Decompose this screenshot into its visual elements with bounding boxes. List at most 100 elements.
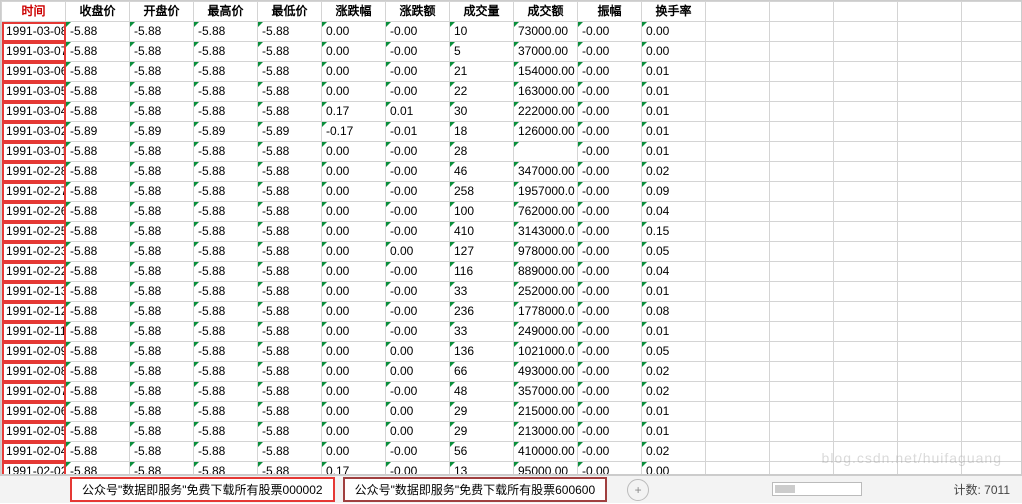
data-cell[interactable]: -0.00: [578, 102, 642, 122]
data-cell[interactable]: 258: [450, 182, 514, 202]
table-row[interactable]: 1991-02-04-5.88-5.88-5.88-5.880.00-0.005…: [2, 442, 1022, 462]
data-cell[interactable]: [706, 62, 770, 82]
data-cell[interactable]: 0.00: [642, 22, 706, 42]
data-cell[interactable]: -5.88: [194, 422, 258, 442]
data-cell[interactable]: -0.01: [386, 122, 450, 142]
data-cell[interactable]: -0.00: [578, 442, 642, 462]
data-cell[interactable]: 0.00: [322, 42, 386, 62]
data-cell[interactable]: 56: [450, 442, 514, 462]
data-cell[interactable]: [770, 22, 834, 42]
data-cell[interactable]: -0.00: [386, 162, 450, 182]
data-cell[interactable]: 0.00: [322, 322, 386, 342]
data-cell[interactable]: 0.00: [322, 82, 386, 102]
data-cell[interactable]: -5.88: [130, 302, 194, 322]
data-cell[interactable]: [898, 42, 962, 62]
data-cell[interactable]: 126000.00: [514, 122, 578, 142]
date-cell[interactable]: 1991-02-02: [2, 462, 66, 476]
data-cell[interactable]: 0.08: [642, 302, 706, 322]
data-cell[interactable]: -5.88: [194, 222, 258, 242]
data-cell[interactable]: [706, 182, 770, 202]
table-row[interactable]: 1991-02-26-5.88-5.88-5.88-5.880.00-0.001…: [2, 202, 1022, 222]
data-cell[interactable]: [770, 362, 834, 382]
data-cell[interactable]: [706, 202, 770, 222]
data-cell[interactable]: 0.01: [642, 282, 706, 302]
date-cell[interactable]: 1991-02-28: [2, 162, 66, 182]
data-cell[interactable]: [770, 82, 834, 102]
table-row[interactable]: 1991-03-01-5.88-5.88-5.88-5.880.00-0.002…: [2, 142, 1022, 162]
data-cell[interactable]: -0.00: [386, 142, 450, 162]
table-row[interactable]: 1991-02-07-5.88-5.88-5.88-5.880.00-0.004…: [2, 382, 1022, 402]
data-cell[interactable]: [770, 182, 834, 202]
data-cell[interactable]: -5.89: [194, 122, 258, 142]
data-cell[interactable]: -5.88: [66, 22, 130, 42]
data-cell[interactable]: -5.88: [66, 282, 130, 302]
data-cell[interactable]: 30: [450, 102, 514, 122]
table-row[interactable]: 1991-02-23-5.88-5.88-5.88-5.880.000.0012…: [2, 242, 1022, 262]
table-row[interactable]: 1991-02-02-5.88-5.88-5.88-5.880.17-0.001…: [2, 462, 1022, 476]
date-cell[interactable]: 1991-03-01: [2, 142, 66, 162]
data-cell[interactable]: -0.00: [578, 322, 642, 342]
data-cell[interactable]: -0.00: [386, 202, 450, 222]
data-cell[interactable]: 978000.00: [514, 242, 578, 262]
data-cell[interactable]: [962, 462, 1022, 476]
data-cell[interactable]: [962, 182, 1022, 202]
data-cell[interactable]: -0.00: [578, 162, 642, 182]
data-cell[interactable]: -0.00: [578, 362, 642, 382]
data-cell[interactable]: 0.01: [386, 102, 450, 122]
date-cell[interactable]: 1991-03-06: [2, 62, 66, 82]
data-cell[interactable]: 236: [450, 302, 514, 322]
data-cell[interactable]: 46: [450, 162, 514, 182]
data-cell[interactable]: 0.00: [386, 362, 450, 382]
data-cell[interactable]: -0.00: [386, 82, 450, 102]
data-cell[interactable]: [770, 402, 834, 422]
data-cell[interactable]: [962, 62, 1022, 82]
col-header[interactable]: 最高价: [194, 2, 258, 22]
data-cell[interactable]: -5.88: [258, 262, 322, 282]
data-cell[interactable]: -5.88: [130, 442, 194, 462]
data-cell[interactable]: -0.00: [386, 322, 450, 342]
data-cell[interactable]: [706, 262, 770, 282]
data-cell[interactable]: [706, 162, 770, 182]
data-cell[interactable]: [834, 302, 898, 322]
data-cell[interactable]: 0.00: [386, 342, 450, 362]
data-cell[interactable]: [898, 442, 962, 462]
data-cell[interactable]: 0.01: [642, 102, 706, 122]
data-cell[interactable]: [898, 82, 962, 102]
data-cell[interactable]: 22: [450, 82, 514, 102]
data-cell[interactable]: [834, 442, 898, 462]
data-cell[interactable]: -5.88: [66, 402, 130, 422]
data-cell[interactable]: 3143000.0: [514, 222, 578, 242]
data-cell[interactable]: [834, 402, 898, 422]
data-cell[interactable]: 0.00: [322, 142, 386, 162]
table-row[interactable]: 1991-03-02-5.89-5.89-5.89-5.89-0.17-0.01…: [2, 122, 1022, 142]
data-cell[interactable]: [898, 302, 962, 322]
data-cell[interactable]: [898, 322, 962, 342]
data-cell[interactable]: [514, 142, 578, 162]
data-grid[interactable]: 时间收盘价开盘价最高价最低价涨跌幅涨跌额成交量成交额振幅换手率 1991-03-…: [0, 0, 1022, 475]
col-header[interactable]: 成交量: [450, 2, 514, 22]
data-cell[interactable]: -5.88: [66, 182, 130, 202]
col-header[interactable]: 涨跌额: [386, 2, 450, 22]
date-cell[interactable]: 1991-02-25: [2, 222, 66, 242]
data-cell[interactable]: [962, 262, 1022, 282]
data-cell[interactable]: -5.88: [258, 302, 322, 322]
data-cell[interactable]: [962, 242, 1022, 262]
data-cell[interactable]: [898, 122, 962, 142]
data-cell[interactable]: 889000.00: [514, 262, 578, 282]
data-cell[interactable]: 762000.00: [514, 202, 578, 222]
data-cell[interactable]: [770, 202, 834, 222]
sheet-tab-600600[interactable]: 公众号"数据即服务"免费下载所有股票600600: [343, 477, 608, 502]
horizontal-scrollbar[interactable]: [772, 482, 862, 496]
data-cell[interactable]: [706, 122, 770, 142]
data-cell[interactable]: [898, 222, 962, 242]
data-cell[interactable]: -0.00: [578, 42, 642, 62]
data-cell[interactable]: [898, 142, 962, 162]
data-cell[interactable]: 154000.00: [514, 62, 578, 82]
data-cell[interactable]: [962, 122, 1022, 142]
data-cell[interactable]: [834, 202, 898, 222]
data-cell[interactable]: [706, 462, 770, 476]
data-cell[interactable]: -0.00: [578, 342, 642, 362]
data-cell[interactable]: -0.00: [386, 302, 450, 322]
data-cell[interactable]: -5.89: [66, 122, 130, 142]
data-cell[interactable]: [898, 462, 962, 476]
